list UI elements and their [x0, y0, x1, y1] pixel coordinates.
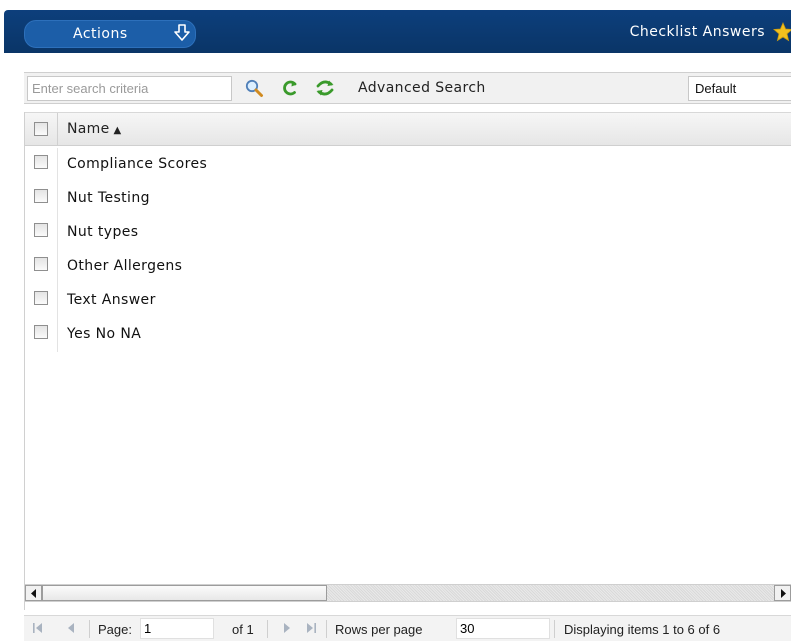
separator [89, 620, 90, 638]
row-name: Nut Testing [67, 190, 150, 206]
actions-button[interactable]: Actions [24, 20, 196, 48]
search-toolbar: Advanced Search Default [24, 72, 791, 104]
row-check-cell [25, 284, 58, 318]
row-check-cell [25, 148, 58, 182]
scroll-left-button[interactable] [25, 585, 42, 601]
table-row[interactable]: Nut types [25, 216, 791, 250]
row-check-cell [25, 216, 58, 250]
select-all-checkbox[interactable] [34, 122, 48, 136]
data-grid: Name ▲ Compliance Scores Nut Testing Nut … [24, 112, 791, 610]
row-checkbox[interactable] [34, 291, 48, 305]
pager: Page: of 1 Rows per page Displaying item… [24, 615, 791, 641]
actions-label: Actions [73, 26, 128, 42]
table-row[interactable]: Yes No NA [25, 318, 791, 352]
row-checkbox[interactable] [34, 257, 48, 271]
column-header-label: Name [67, 121, 110, 137]
separator [326, 620, 327, 638]
separator [267, 620, 268, 638]
row-name: Other Allergens [67, 258, 183, 274]
next-page-icon[interactable] [280, 621, 294, 638]
row-name: Compliance Scores [67, 156, 208, 172]
previous-page-icon[interactable] [64, 621, 78, 638]
row-check-cell [25, 182, 58, 216]
scroll-thumb[interactable] [42, 585, 327, 601]
search-input[interactable] [27, 76, 232, 101]
last-page-icon[interactable] [304, 621, 318, 638]
download-arrow-icon [173, 23, 191, 47]
view-select[interactable]: Default [688, 76, 791, 101]
row-check-cell [25, 250, 58, 284]
clear-search-icon[interactable] [280, 78, 300, 102]
display-status: Displaying items 1 to 6 of 6 [564, 622, 721, 637]
first-page-icon[interactable] [31, 621, 45, 638]
refresh-icon[interactable] [314, 78, 336, 102]
view-select-value: Default [695, 81, 737, 96]
advanced-search-link[interactable]: Advanced Search [358, 80, 486, 96]
scroll-right-button[interactable] [774, 585, 791, 601]
table-row[interactable]: Other Allergens [25, 250, 791, 284]
row-name: Nut types [67, 224, 139, 240]
table-row[interactable]: Nut Testing [25, 182, 791, 216]
magnifier-icon[interactable] [244, 78, 264, 102]
select-all-cell [25, 113, 58, 145]
table-row[interactable]: Compliance Scores [25, 148, 791, 182]
row-name: Yes No NA [67, 326, 142, 342]
sort-ascending-icon: ▲ [113, 125, 122, 136]
page-title: Checklist Answers [629, 24, 765, 40]
separator [554, 620, 555, 638]
grid-rows: Compliance Scores Nut Testing Nut types … [25, 148, 791, 352]
table-row[interactable]: Text Answer [25, 284, 791, 318]
horizontal-scrollbar[interactable] [25, 584, 791, 602]
row-checkbox[interactable] [34, 155, 48, 169]
page-count-label: of 1 [232, 622, 254, 637]
page-number-input[interactable] [140, 618, 214, 639]
rows-per-page-label: Rows per page [335, 622, 423, 637]
row-checkbox[interactable] [34, 223, 48, 237]
rows-per-page-input[interactable] [456, 618, 550, 639]
grid-header: Name ▲ [25, 112, 791, 146]
page-label: Page: [98, 622, 132, 637]
row-checkbox[interactable] [34, 189, 48, 203]
star-icon[interactable] [773, 21, 791, 46]
row-name: Text Answer [67, 292, 156, 308]
column-header-name[interactable]: Name ▲ [67, 121, 122, 137]
row-checkbox[interactable] [34, 325, 48, 339]
row-check-cell [25, 318, 58, 352]
top-header: Actions Checklist Answers [0, 0, 791, 53]
